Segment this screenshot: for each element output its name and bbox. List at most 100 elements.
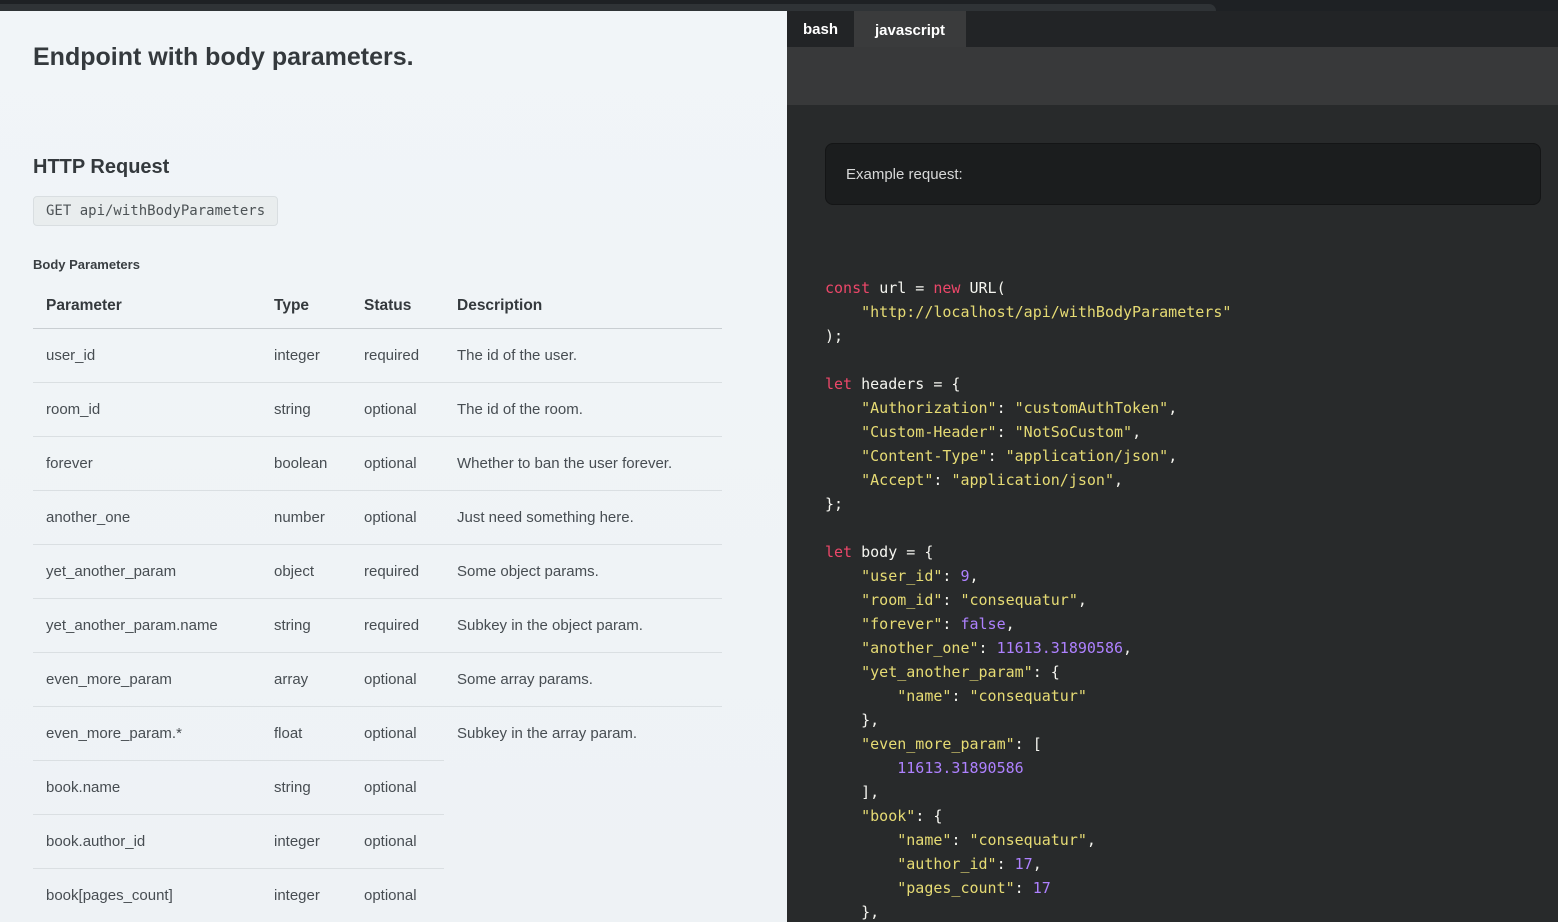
cell-status: optional — [351, 491, 444, 545]
cell-type: array — [261, 653, 351, 707]
cell-type: boolean — [261, 437, 351, 491]
docs-page: Endpoint with body parameters. HTTP Requ… — [0, 11, 1558, 922]
example-request-box: Example request: — [825, 143, 1541, 205]
code-line: "pages_count": 17 — [825, 876, 1558, 900]
code-line: }, — [825, 708, 1558, 732]
code-line — [825, 348, 1558, 372]
cell-description: The id of the user. — [444, 329, 722, 383]
cell-description — [444, 869, 722, 922]
cell-status: optional — [351, 653, 444, 707]
code-line: "Authorization": "customAuthToken", — [825, 396, 1558, 420]
code-line — [825, 516, 1558, 540]
code-line: "Custom-Header": "NotSoCustom", — [825, 420, 1558, 444]
cell-parameter: forever — [33, 437, 261, 491]
docs-panel: Endpoint with body parameters. HTTP Requ… — [0, 11, 787, 922]
code-line: "user_id": 9, — [825, 564, 1558, 588]
cell-type: integer — [261, 329, 351, 383]
cell-description — [444, 761, 722, 815]
endpoint-method-badge: GET api/withBodyParameters — [33, 196, 278, 226]
code-line: "room_id": "consequatur", — [825, 588, 1558, 612]
code-line: "Content-Type": "application/json", — [825, 444, 1558, 468]
cell-status: optional — [351, 815, 444, 869]
table-row: even_more_param.*floatoptionalSubkey in … — [33, 707, 722, 761]
cell-parameter: room_id — [33, 383, 261, 437]
table-row: yet_another_param.namestringrequiredSubk… — [33, 599, 722, 653]
code-line: ], — [825, 780, 1558, 804]
tab-bash[interactable]: bash — [787, 11, 854, 47]
cell-status: required — [351, 329, 444, 383]
code-line: "forever": false, — [825, 612, 1558, 636]
body-parameters-label: Body Parameters — [33, 257, 787, 272]
cell-description: The id of the room. — [444, 383, 722, 437]
table-row: yet_another_paramobjectrequiredSome obje… — [33, 545, 722, 599]
body-parameters-table: ParameterTypeStatusDescription user_idin… — [33, 288, 722, 922]
cell-status: required — [351, 545, 444, 599]
code-line: const url = new URL( — [825, 276, 1558, 300]
table-row: foreverbooleanoptionalWhether to ban the… — [33, 437, 722, 491]
cell-parameter: book[pages_count] — [33, 869, 261, 922]
cell-type: float — [261, 707, 351, 761]
column-header-description: Description — [444, 288, 722, 329]
browser-chrome-strip — [0, 0, 1558, 11]
cell-type: integer — [261, 815, 351, 869]
cell-type: string — [261, 761, 351, 815]
cell-type: string — [261, 383, 351, 437]
code-line: "author_id": 17, — [825, 852, 1558, 876]
table-row: even_more_paramarrayoptionalSome array p… — [33, 653, 722, 707]
code-line: let body = { — [825, 540, 1558, 564]
cell-status: optional — [351, 869, 444, 922]
code-line: "name": "consequatur" — [825, 684, 1558, 708]
code-line: }, — [825, 900, 1558, 922]
cell-description: Whether to ban the user forever. — [444, 437, 722, 491]
language-tabbar: bashjavascript — [787, 11, 1558, 47]
column-header-parameter: Parameter — [33, 288, 261, 329]
cell-parameter: yet_another_param.name — [33, 599, 261, 653]
cell-description: Subkey in the object param. — [444, 599, 722, 653]
table-row: user_idintegerrequiredThe id of the user… — [33, 329, 722, 383]
table-header-row: ParameterTypeStatusDescription — [33, 288, 722, 329]
code-panel: bashjavascript Example request: const ur… — [787, 11, 1558, 922]
cell-status: optional — [351, 383, 444, 437]
cell-description — [444, 815, 722, 869]
cell-parameter: yet_another_param — [33, 545, 261, 599]
browser-tab-sliver — [0, 4, 1216, 11]
cell-description: Some array params. — [444, 653, 722, 707]
code-content: Example request: const url = new URL( "h… — [787, 105, 1558, 922]
cell-type: string — [261, 599, 351, 653]
http-request-heading: HTTP Request — [33, 156, 787, 178]
code-line: "book": { — [825, 804, 1558, 828]
cell-parameter: another_one — [33, 491, 261, 545]
cell-status: required — [351, 599, 444, 653]
cell-parameter: book.author_id — [33, 815, 261, 869]
cell-type: object — [261, 545, 351, 599]
cell-parameter: even_more_param — [33, 653, 261, 707]
code-line: ); — [825, 324, 1558, 348]
column-header-status: Status — [351, 288, 444, 329]
code-line: }; — [825, 492, 1558, 516]
tabbar-lower-band — [787, 47, 1558, 105]
code-line: 11613.31890586 — [825, 756, 1558, 780]
cell-description: Subkey in the array param. — [444, 707, 722, 761]
code-line: "http://localhost/api/withBodyParameters… — [825, 300, 1558, 324]
page-title: Endpoint with body parameters. — [33, 43, 787, 71]
code-line: "Accept": "application/json", — [825, 468, 1558, 492]
table-row: room_idstringoptionalThe id of the room. — [33, 383, 722, 437]
cell-description: Some object params. — [444, 545, 722, 599]
cell-status: optional — [351, 707, 444, 761]
table-row: book.author_idintegeroptional — [33, 815, 722, 869]
cell-status: optional — [351, 761, 444, 815]
cell-type: number — [261, 491, 351, 545]
code-block: const url = new URL( "http://localhost/a… — [825, 276, 1558, 922]
code-line: "even_more_param": [ — [825, 732, 1558, 756]
code-line: let headers = { — [825, 372, 1558, 396]
table-row: book.namestringoptional — [33, 761, 722, 815]
cell-parameter: book.name — [33, 761, 261, 815]
column-header-type: Type — [261, 288, 351, 329]
tab-javascript[interactable]: javascript — [854, 11, 966, 50]
cell-status: optional — [351, 437, 444, 491]
cell-parameter: user_id — [33, 329, 261, 383]
cell-type: integer — [261, 869, 351, 922]
code-line: "another_one": 11613.31890586, — [825, 636, 1558, 660]
code-line: "name": "consequatur", — [825, 828, 1558, 852]
table-row: another_onenumberoptionalJust need somet… — [33, 491, 722, 545]
